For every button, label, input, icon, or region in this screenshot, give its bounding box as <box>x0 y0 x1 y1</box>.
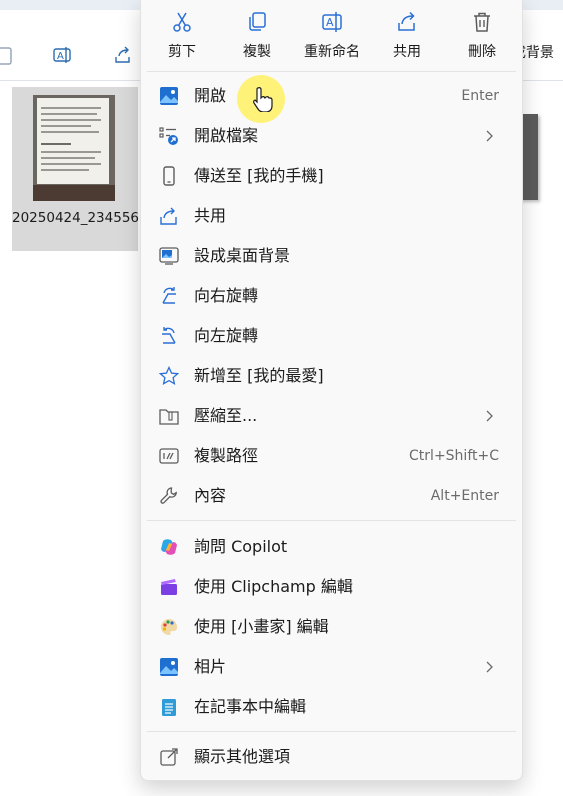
rotate-left-label: 向左旋轉 <box>194 326 259 345</box>
copy-path-shortcut: Ctrl+Shift+C <box>409 448 499 464</box>
ask-copilot-item[interactable]: 詢問 Copilot <box>145 528 518 566</box>
delete-button[interactable]: 刪除 <box>449 10 515 66</box>
share-icon <box>160 207 177 225</box>
context-menu: 剪下 複製 A 重新命名 共用 刪除 開啟 Enter 開啟檔案 傳送至 [我的… <box>140 0 523 781</box>
rename-button[interactable]: A 重新命名 <box>299 10 365 66</box>
rename-icon[interactable]: A <box>46 40 78 70</box>
share-label: 共用 <box>194 206 227 225</box>
copy-path-item[interactable]: 複製路徑 Ctrl+Shift+C <box>145 437 518 475</box>
svg-text:A: A <box>326 16 334 29</box>
show-more-options-item[interactable]: 顯示其他選項 <box>145 738 518 776</box>
open-with-item[interactable]: 開啟檔案 <box>145 117 518 155</box>
quick-actions-bar: 剪下 複製 A 重新命名 共用 刪除 <box>141 0 522 70</box>
star-icon <box>159 366 179 385</box>
edit-in-notepad-item[interactable]: 在記事本中編輯 <box>145 688 518 726</box>
set-desktop-background-item[interactable]: 設成桌面背景 <box>145 237 518 275</box>
rotate-left-icon <box>162 327 176 344</box>
chevron-right-icon <box>486 661 493 673</box>
photos-item[interactable]: 相片 <box>145 648 518 686</box>
open-with-label: 開啟檔案 <box>194 126 259 145</box>
clipchamp-icon <box>161 579 177 595</box>
hand-cursor-icon <box>253 87 273 112</box>
copilot-icon <box>161 539 177 555</box>
compress-to-label: 壓縮至... <box>194 406 258 425</box>
photos-icon <box>160 658 178 676</box>
share-item[interactable]: 共用 <box>145 197 518 235</box>
rotate-right-item[interactable]: 向右旋轉 <box>145 277 518 315</box>
open-with-icon <box>159 127 178 145</box>
file-item-selected[interactable]: 20250424_234556 <box>12 87 139 251</box>
compress-to-item[interactable]: 壓縮至... <box>145 397 518 435</box>
chevron-right-icon <box>486 410 493 422</box>
copy-button[interactable]: 複製 <box>224 10 290 66</box>
properties-shortcut: Alt+Enter <box>430 488 499 504</box>
properties-label: 內容 <box>194 486 227 505</box>
open-item[interactable]: 開啟 Enter <box>145 77 518 115</box>
menu-separator <box>147 731 516 732</box>
cut-button[interactable]: 剪下 <box>149 10 215 66</box>
rotate-left-item[interactable]: 向左旋轉 <box>145 317 518 355</box>
delete-icon <box>474 12 490 32</box>
zip-folder-icon <box>159 409 179 425</box>
share-label: 共用 <box>393 44 421 60</box>
edit-with-clipchamp-label: 使用 Clipchamp 編輯 <box>194 577 353 596</box>
menu-separator <box>147 71 516 72</box>
paint-icon <box>161 618 178 635</box>
share-icon <box>398 11 415 31</box>
svg-text:A: A <box>57 51 64 62</box>
copy-label: 複製 <box>243 44 271 60</box>
copy-icon <box>249 12 266 31</box>
chevron-right-icon <box>486 130 493 142</box>
show-more-options-label: 顯示其他選項 <box>194 747 291 766</box>
open-shortcut: Enter <box>461 88 499 104</box>
file-name: 20250424_234556 <box>12 210 139 226</box>
cut-label: 剪下 <box>168 44 196 60</box>
paste-icon[interactable] <box>0 40 20 70</box>
photo-icon <box>160 87 178 105</box>
more-options-icon <box>160 748 178 766</box>
edit-with-clipchamp-item[interactable]: 使用 Clipchamp 編輯 <box>145 568 518 606</box>
share-button[interactable]: 共用 <box>374 10 440 66</box>
open-label: 開啟 <box>194 86 227 105</box>
edit-with-paint-label: 使用 [小畫家] 編輯 <box>194 617 329 636</box>
desktop-background-icon <box>159 247 179 265</box>
rotate-right-label: 向右旋轉 <box>194 286 259 305</box>
file-thumbnail <box>33 95 115 201</box>
properties-item[interactable]: 內容 Alt+Enter <box>145 477 518 515</box>
phone-icon <box>163 166 175 186</box>
rotate-right-icon <box>162 287 176 304</box>
copy-path-icon <box>159 448 179 464</box>
menu-separator <box>147 520 516 521</box>
rename-icon: A <box>322 12 342 32</box>
cut-icon <box>173 12 191 32</box>
add-to-favorites-label: 新增至 [我的最愛] <box>194 366 324 385</box>
ask-copilot-label: 詢問 Copilot <box>194 537 288 556</box>
edit-in-notepad-label: 在記事本中編輯 <box>194 697 307 716</box>
send-to-phone-label: 傳送至 [我的手機] <box>194 166 324 185</box>
add-to-favorites-item[interactable]: 新增至 [我的最愛] <box>145 357 518 395</box>
photos-label: 相片 <box>194 657 227 676</box>
copy-path-label: 複製路徑 <box>194 446 259 465</box>
wrench-icon <box>160 487 177 504</box>
share-icon[interactable] <box>107 40 139 70</box>
set-desktop-background-label: 設成桌面背景 <box>194 246 291 265</box>
rename-label: 重新命名 <box>304 44 360 60</box>
notepad-icon <box>162 699 176 716</box>
delete-label: 刪除 <box>468 44 496 60</box>
send-to-phone-item[interactable]: 傳送至 [我的手機] <box>145 157 518 195</box>
edit-with-paint-item[interactable]: 使用 [小畫家] 編輯 <box>145 608 518 646</box>
